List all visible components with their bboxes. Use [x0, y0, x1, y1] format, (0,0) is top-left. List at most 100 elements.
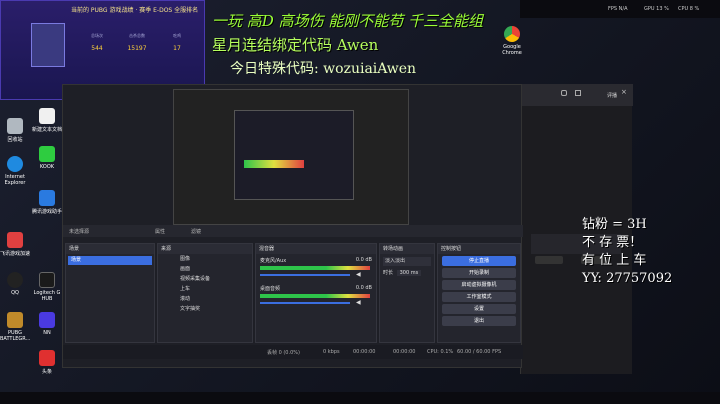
overlay-right-line: YY: 27757092: [582, 271, 673, 286]
internet-explorer-icon: [7, 156, 23, 172]
stream-preview: [173, 89, 409, 225]
source-item[interactable]: 上车: [158, 284, 252, 294]
desktop-icon-recycle-bin[interactable]: 回收站: [0, 118, 30, 143]
preview-inner-screen: [234, 110, 354, 200]
source-item[interactable]: 视频采集设备: [158, 274, 252, 284]
desktop-icon-ghub[interactable]: Logitech G HUB: [32, 272, 62, 302]
source-item[interactable]: 画面: [158, 264, 252, 274]
volume-slider[interactable]: [260, 302, 350, 304]
scenes-dock: 场景 场景: [65, 243, 155, 343]
overlay-right-line: 不 存 票！: [582, 235, 643, 250]
track-db: 0.0 dB: [355, 285, 372, 291]
properties-button[interactable]: 属性: [155, 228, 165, 235]
desktop-icon-tencent-assist[interactable]: 腾讯游戏助手: [32, 190, 62, 215]
preview-meter-strip: [244, 160, 304, 168]
studio-mode-button[interactable]: 工作室模式: [442, 292, 516, 302]
desktop-icon-nn[interactable]: NN: [32, 312, 62, 336]
minimize-icon[interactable]: [561, 90, 567, 96]
filters-button[interactable]: 滤镜: [191, 228, 201, 235]
dropped-frames: 丢帧 0 (0.0%): [267, 350, 300, 356]
recycle-bin-icon: [7, 118, 23, 134]
restore-icon[interactable]: [575, 90, 581, 96]
overlay-right-line: 钻粉 = 3H: [582, 217, 647, 232]
browser-titlebar: 评播 ×: [521, 84, 633, 106]
scenes-title: 场景: [66, 244, 154, 254]
banner-header: 当前的 PUBG 游戏战绩 · 赛季 E-DOS 全服排名: [71, 7, 199, 14]
gpu-readout: GPU 13 %: [644, 6, 669, 12]
scene-item[interactable]: 场景: [68, 256, 152, 265]
mixer-track: 桌面音频 0.0 dB ◀: [256, 282, 376, 310]
rocket-icon: [7, 232, 23, 248]
source-toolbar: 未选择源 属性 滤镜: [63, 225, 523, 237]
browser-tab-label[interactable]: 评播: [607, 92, 617, 99]
duration-input[interactable]: 300 ms: [396, 270, 422, 276]
chrome-icon: [504, 26, 520, 42]
record-time: 00:00:00: [393, 349, 416, 355]
source-item[interactable]: 图像: [158, 254, 252, 264]
overlay-line-2: 星月连结绑定代码 Awen: [212, 36, 379, 54]
qq-penguin-icon: [7, 272, 23, 288]
track-db: 0.0 dB: [355, 257, 372, 263]
source-item[interactable]: 滚动: [158, 294, 252, 304]
desktop-icon-chrome[interactable]: Google Chrome: [495, 26, 529, 56]
obs-status-bar: 丢帧 0 (0.0%) 0 kbps 00:00:00 00:00:00 CPU…: [63, 345, 523, 359]
stream-time: 00:00:00: [353, 349, 376, 355]
stop-streaming-button[interactable]: 停止直播: [442, 256, 516, 266]
cpu-usage: CPU: 0.1%: [427, 349, 454, 355]
stat-label: 击杀总数: [129, 33, 145, 38]
sources-title: 来源: [158, 244, 252, 254]
track-name: 桌面音频: [260, 286, 281, 292]
controls-dock: 控制按钮 停止直播 开始录制 启动虚拟摄像机 工作室模式 设置 退出: [437, 243, 521, 343]
toutiao-icon: [39, 350, 55, 366]
speaker-icon[interactable]: ◀: [356, 299, 361, 306]
nn-icon: [39, 312, 55, 328]
obs-window: 未选择源 属性 滤镜 场景 场景 来源 图像 画面 视频采集设备 上车 滚动 文…: [62, 84, 523, 368]
desktop-icon-ie[interactable]: Internet Explorer: [0, 156, 30, 186]
fps-status: 60.00 / 60.00 FPS: [457, 349, 502, 355]
overlay-right-text: 钻粉 = 3H 不 存 票！ 有 位 上 车 YY: 27757092: [582, 216, 702, 288]
mixer-title: 混音器: [256, 244, 376, 254]
avatar: [31, 23, 65, 67]
duration-row: 时长 300 ms: [383, 269, 431, 278]
kook-icon: [39, 146, 55, 162]
stat-value: 15197: [127, 45, 147, 52]
desktop-icon-speedup[interactable]: 飞讯游戏加速: [0, 232, 30, 257]
desktop-icon-new-text[interactable]: 新建文本文档: [32, 108, 62, 133]
speaker-icon[interactable]: ◀: [356, 271, 361, 278]
desktop-icon-qq[interactable]: QQ: [0, 272, 30, 296]
transition-select[interactable]: 淡入淡出: [383, 257, 431, 266]
overlay-right-line: 有 位 上 车: [582, 253, 647, 268]
close-icon[interactable]: ×: [621, 88, 627, 96]
stat-value: 17: [173, 45, 181, 52]
fps-readout: FPS N/A: [608, 6, 628, 12]
desktop-icon-kook[interactable]: KOOK: [32, 146, 62, 170]
no-source-label: 未选择源: [69, 229, 90, 235]
pubg-icon: [7, 312, 23, 328]
track-name: 麦克风/Aux: [260, 258, 287, 264]
desktop-icon-toutiao[interactable]: 头条: [32, 350, 62, 375]
overlay-line-1: 一玩 高D 高场伤 能刚不能苟 千三全能组: [212, 12, 484, 30]
browser-bottom-button[interactable]: [535, 256, 563, 264]
duration-label: 时长: [383, 270, 394, 276]
volume-slider[interactable]: [260, 274, 350, 276]
shield-icon: [39, 190, 55, 206]
logitech-g-icon: [39, 272, 55, 288]
perf-topbar: FPS N/A GPU 13 % CPU 8 %: [520, 0, 720, 18]
virtual-camera-button[interactable]: 启动虚拟摄像机: [442, 280, 516, 290]
text-doc-icon: [39, 108, 55, 124]
sources-dock: 来源 图像 画面 视频采集设备 上车 滚动 文字抽奖: [157, 243, 253, 343]
start-recording-button[interactable]: 开始录制: [442, 268, 516, 278]
transitions-title: 转场动画: [380, 244, 434, 254]
overlay-line-3: 今日特殊代码: wozuiaiAwen: [230, 61, 417, 77]
cpu-readout: CPU 8 %: [678, 6, 700, 12]
stat-label: 总场次: [91, 33, 103, 38]
mixer-dock: 混音器 麦克风/Aux 0.0 dB ◀ 桌面音频 0.0 dB ◀: [255, 243, 377, 343]
exit-button[interactable]: 退出: [442, 316, 516, 326]
settings-button[interactable]: 设置: [442, 304, 516, 314]
desktop-icon-pubg[interactable]: PUBG BATTLEGR...: [0, 312, 30, 342]
controls-title: 控制按钮: [438, 244, 520, 254]
mixer-track: 麦克风/Aux 0.0 dB ◀: [256, 254, 376, 282]
stat-value: 544: [91, 45, 103, 52]
volume-meter: [260, 294, 370, 298]
source-item[interactable]: 文字抽奖: [158, 304, 252, 314]
